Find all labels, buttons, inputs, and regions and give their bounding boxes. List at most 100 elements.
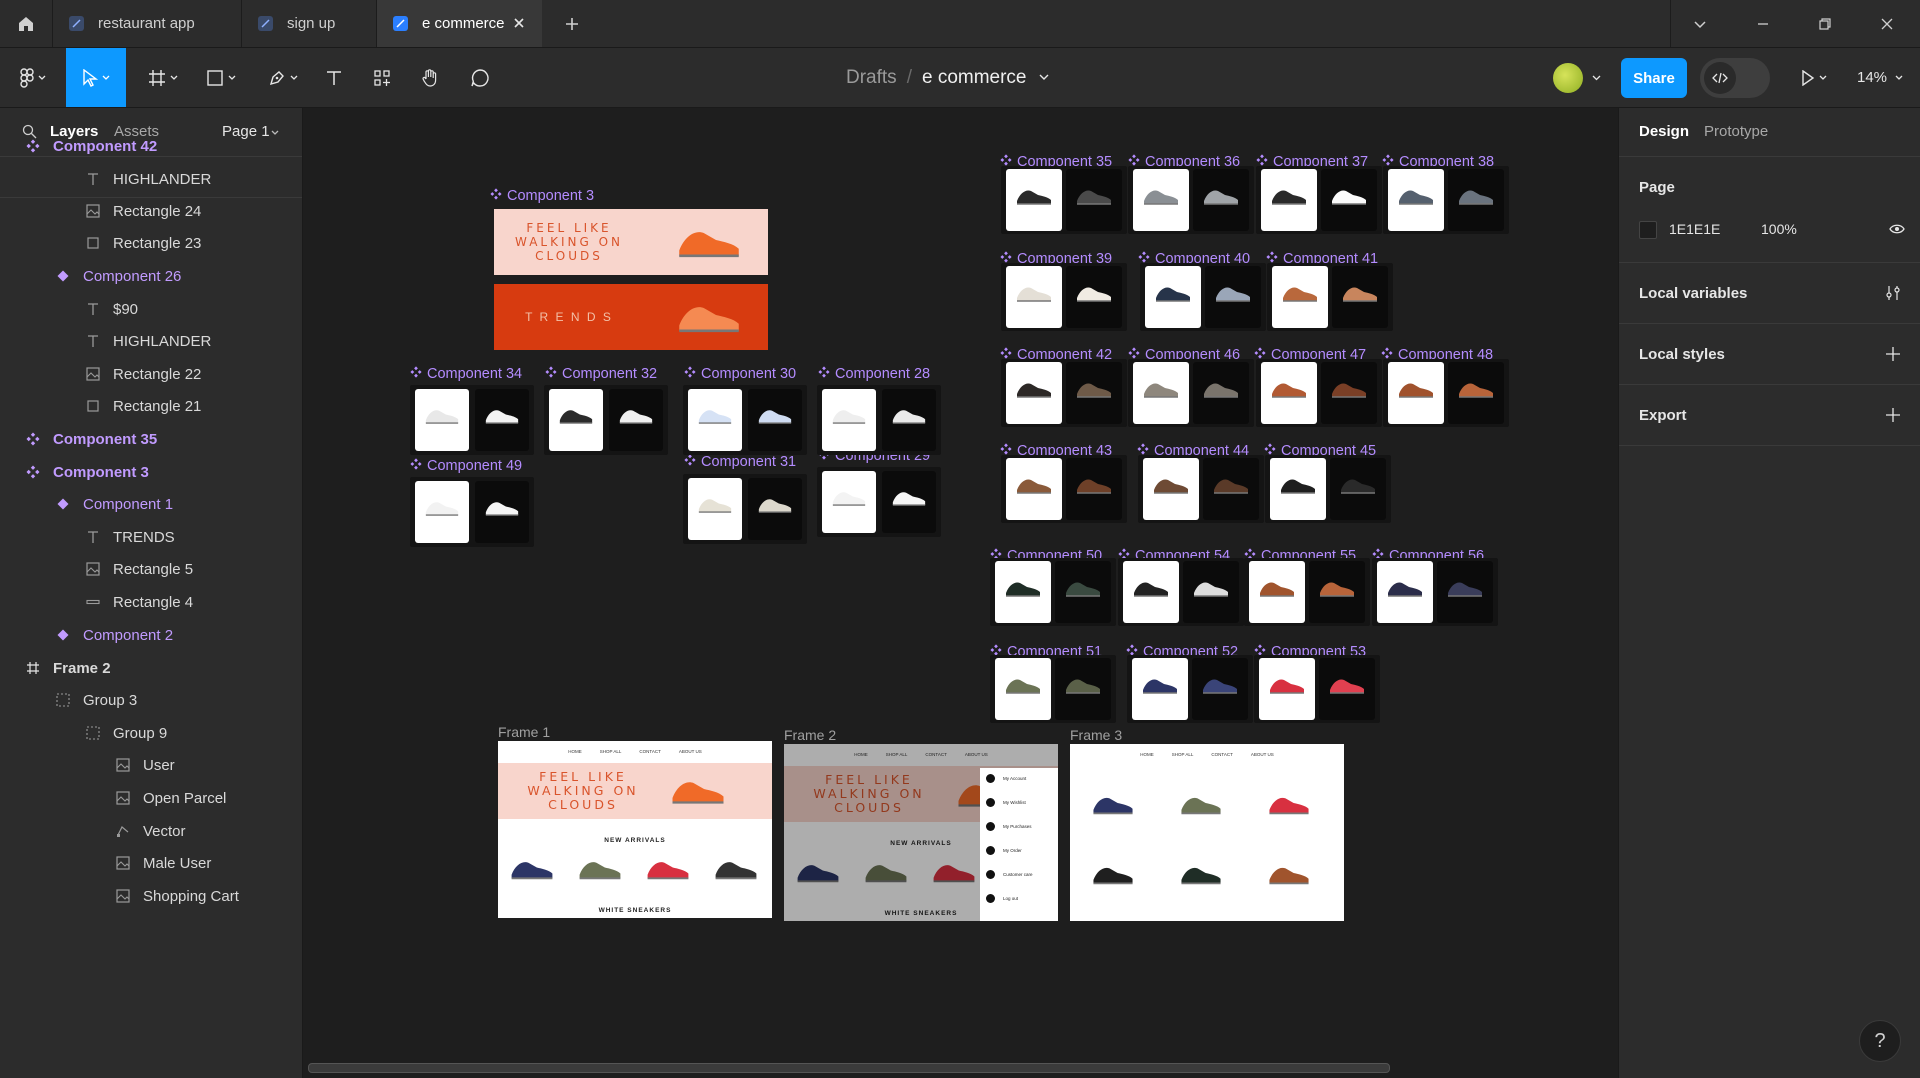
tab-sign-up[interactable]: sign up — [242, 0, 392, 47]
plus-icon[interactable] — [1885, 407, 1901, 423]
file-name[interactable]: e commerce — [922, 67, 1027, 89]
tabs-dropdown-button[interactable] — [1670, 0, 1730, 47]
local-styles-section[interactable]: Local styles — [1619, 324, 1920, 385]
product-card[interactable] — [1066, 458, 1123, 520]
product-card[interactable] — [1332, 266, 1389, 328]
product-card[interactable] — [1193, 169, 1250, 231]
tab-e-commerce[interactable]: e commerce — [377, 0, 542, 47]
component-label[interactable]: Component 3 — [490, 188, 594, 204]
product-card[interactable] — [1142, 458, 1199, 520]
layer-row[interactable]: Shopping Cart — [0, 876, 302, 916]
export-section[interactable]: Export — [1619, 385, 1920, 446]
product-card[interactable] — [1258, 658, 1315, 720]
product-card[interactable] — [688, 478, 743, 540]
product-card[interactable] — [1203, 458, 1260, 520]
product-card[interactable] — [1321, 169, 1378, 231]
product-card[interactable] — [1132, 169, 1189, 231]
main-menu-button[interactable] — [8, 48, 58, 107]
product-card[interactable] — [1066, 266, 1123, 328]
product-card[interactable] — [1248, 561, 1305, 623]
product-card[interactable] — [1260, 169, 1317, 231]
product-card[interactable] — [1005, 266, 1062, 328]
zoom-control[interactable]: 14% — [1857, 48, 1903, 107]
product-card[interactable] — [1122, 561, 1179, 623]
product-card[interactable] — [881, 389, 936, 451]
shape-tool[interactable] — [196, 48, 246, 107]
component-label[interactable]: Component 30 — [684, 366, 796, 382]
product-card[interactable] — [1309, 561, 1366, 623]
close-tab-button[interactable] — [510, 14, 528, 32]
product-card[interactable] — [1321, 362, 1378, 424]
product-card[interactable] — [1387, 169, 1444, 231]
product-card[interactable] — [415, 481, 470, 543]
dev-mode-toggle[interactable] — [1700, 58, 1770, 98]
tab-restaurant-app[interactable]: restaurant app — [53, 0, 257, 47]
product-card[interactable] — [1005, 458, 1062, 520]
product-card[interactable] — [1132, 362, 1189, 424]
page-color-value[interactable]: 1E1E1E — [1669, 221, 1720, 237]
banner-feel-like[interactable]: FEEL LIKE WALKING ON CLOUDS — [494, 209, 768, 275]
product-card[interactable] — [1144, 266, 1201, 328]
product-card[interactable] — [1319, 658, 1376, 720]
product-card[interactable] — [994, 658, 1051, 720]
product-card[interactable] — [474, 481, 529, 543]
frame-preview[interactable]: HOME SHOP ALL CONTACT ABOUT US — [1070, 744, 1344, 921]
frame-tool[interactable] — [138, 48, 188, 107]
share-button[interactable]: Share — [1621, 58, 1687, 98]
product-card[interactable] — [474, 389, 529, 451]
breadcrumb-drafts[interactable]: Drafts — [846, 67, 897, 89]
new-tab-button[interactable] — [558, 0, 586, 47]
avatar[interactable] — [1553, 63, 1583, 93]
product-card[interactable] — [994, 561, 1051, 623]
close-window-button[interactable] — [1857, 0, 1917, 47]
horizontal-scrollbar[interactable] — [308, 1063, 1390, 1073]
page-color-swatch[interactable] — [1639, 221, 1657, 239]
product-card[interactable] — [1005, 362, 1062, 424]
hand-tool[interactable] — [412, 48, 448, 107]
frame-preview[interactable]: HOME SHOP ALL CONTACT ABOUT US FEEL LIKE WAL… — [784, 744, 1058, 921]
tab-design[interactable]: Design — [1639, 123, 1689, 140]
variables-settings-icon[interactable] — [1885, 285, 1901, 301]
frame-label[interactable]: Frame 3 — [1070, 727, 1122, 743]
component-label[interactable]: Component 34 — [410, 366, 522, 382]
product-card[interactable] — [688, 389, 743, 451]
restore-button[interactable] — [1795, 0, 1855, 47]
product-card[interactable] — [1055, 561, 1112, 623]
minimize-button[interactable] — [1733, 0, 1793, 47]
component-label[interactable]: Component 32 — [545, 366, 657, 382]
frame-preview[interactable]: HOME SHOP ALL CONTACT ABOUT US FEEL LIKE WAL… — [498, 741, 772, 918]
product-card[interactable] — [1330, 458, 1387, 520]
component-label[interactable]: Component 31 — [684, 454, 796, 470]
frame-label[interactable]: Frame 2 — [784, 727, 836, 743]
help-button[interactable]: ? — [1859, 1020, 1901, 1062]
product-card[interactable] — [1260, 362, 1317, 424]
home-button[interactable] — [0, 0, 52, 47]
plus-icon[interactable] — [1885, 346, 1901, 362]
design-canvas[interactable]: Component 3 FEEL LIKE WALKING ON CLOUDS T … — [303, 108, 1617, 1078]
page-opacity-value[interactable]: 100% — [1761, 221, 1797, 237]
component-label[interactable]: Component 28 — [818, 366, 930, 382]
product-card[interactable] — [1448, 362, 1505, 424]
chevron-down-icon[interactable] — [1039, 74, 1049, 81]
product-card[interactable] — [822, 471, 877, 533]
product-card[interactable] — [1437, 561, 1494, 623]
product-card[interactable] — [881, 471, 936, 533]
pen-tool[interactable] — [258, 48, 308, 107]
move-tool[interactable] — [66, 48, 126, 107]
resources-tool[interactable] — [364, 48, 400, 107]
product-card[interactable] — [1269, 458, 1326, 520]
product-card[interactable] — [1387, 362, 1444, 424]
product-card[interactable] — [1131, 658, 1188, 720]
comment-tool[interactable] — [462, 48, 498, 107]
chevron-down-icon[interactable] — [1592, 75, 1601, 81]
product-card[interactable] — [1448, 169, 1505, 231]
product-card[interactable] — [747, 389, 802, 451]
product-card[interactable] — [549, 389, 604, 451]
product-card[interactable] — [1183, 561, 1240, 623]
product-card[interactable] — [747, 478, 802, 540]
product-card[interactable] — [1066, 169, 1123, 231]
banner-trends[interactable]: T R E N D S — [494, 284, 768, 350]
product-card[interactable] — [1005, 169, 1062, 231]
product-card[interactable] — [1192, 658, 1249, 720]
product-card[interactable] — [822, 389, 877, 451]
